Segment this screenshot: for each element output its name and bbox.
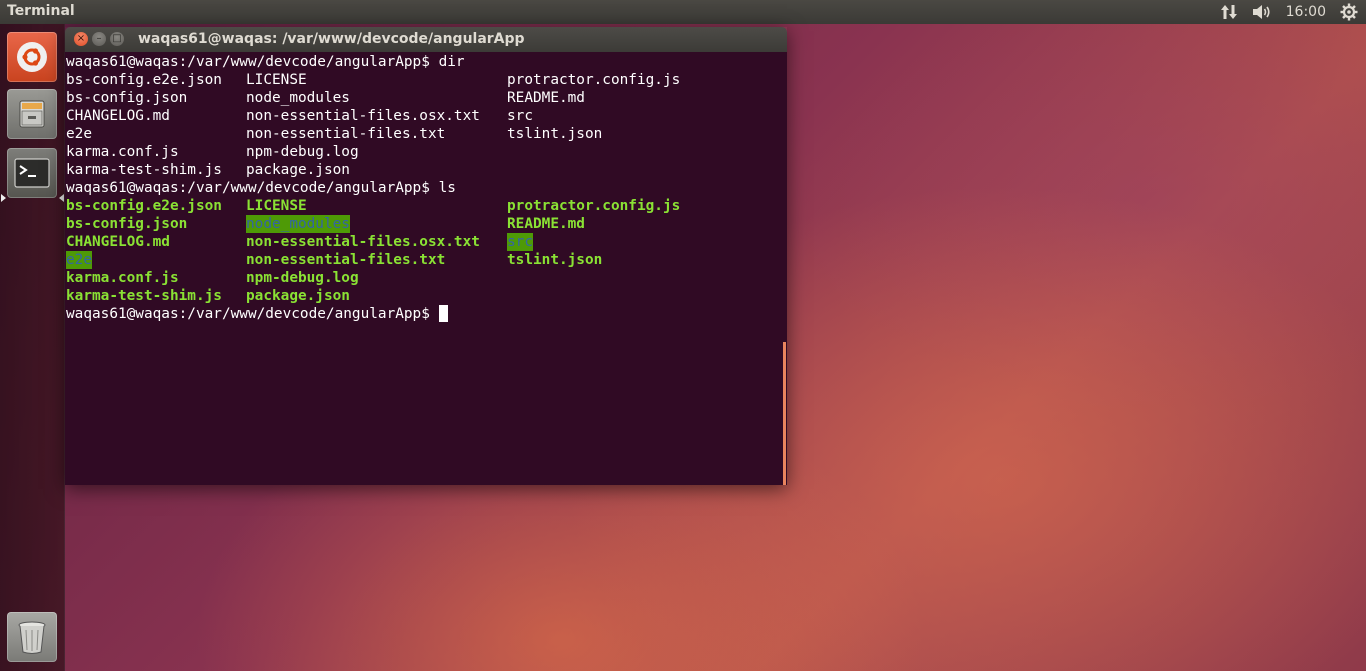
- file-entry: README.md: [507, 90, 585, 106]
- file-entry: non-essential-files.txt: [246, 126, 446, 142]
- network-updown-icon[interactable]: [1220, 4, 1238, 20]
- trash-icon: [7, 612, 57, 662]
- prompt: waqas61@waqas:/var/www/devcode/angularAp…: [66, 54, 430, 70]
- command: ls: [438, 180, 456, 196]
- close-button[interactable]: ×: [74, 32, 88, 46]
- file-entry: node_modules: [246, 90, 350, 106]
- dir-row: CHANGELOG.md non-essential-files.osx.txt…: [66, 107, 781, 125]
- file-entry: LICENSE: [246, 198, 307, 214]
- file-entry: bs-config.e2e.json: [66, 72, 222, 88]
- ls-row: karma.conf.js npm-debug.log: [66, 269, 781, 287]
- file-entry: karma-test-shim.js: [66, 288, 222, 304]
- text-cursor: [438, 305, 448, 322]
- dir-row: karma-test-shim.js package.json: [66, 161, 781, 179]
- window-titlebar[interactable]: × – □ waqas61@waqas: /var/www/devcode/an…: [65, 27, 787, 52]
- prompt: waqas61@waqas:/var/www/devcode/angularAp…: [66, 180, 430, 196]
- file-entry: README.md: [507, 216, 585, 232]
- directory-entry: src: [507, 233, 533, 251]
- ls-row: bs-config.e2e.json LICENSE protractor.co…: [66, 197, 781, 215]
- launcher-files-button[interactable]: [7, 89, 57, 139]
- launcher: [0, 24, 65, 671]
- settings-gear-icon[interactable]: [1340, 3, 1358, 21]
- file-entry: karma-test-shim.js: [66, 162, 222, 178]
- file-entry: npm-debug.log: [246, 270, 359, 286]
- scrollbar[interactable]: [783, 342, 786, 485]
- volume-icon[interactable]: [1252, 4, 1272, 20]
- directory-entry: node_modules: [246, 215, 350, 233]
- top-panel: Terminal 16:00: [0, 0, 1366, 24]
- file-entry: LICENSE: [246, 72, 307, 88]
- dir-row: e2e non-essential-files.txt tslint.json: [66, 125, 781, 143]
- file-entry: protractor.config.js: [507, 72, 681, 88]
- ls-row: karma-test-shim.js package.json: [66, 287, 781, 305]
- clock[interactable]: 16:00: [1286, 4, 1326, 20]
- file-entry: e2e: [66, 126, 92, 142]
- file-entry: npm-debug.log: [246, 144, 359, 160]
- file-cabinet-icon: [7, 89, 57, 139]
- command: dir: [438, 54, 465, 70]
- file-entry: CHANGELOG.md: [66, 108, 170, 124]
- file-entry: tslint.json: [507, 126, 603, 142]
- active-prompt-line[interactable]: waqas61@waqas:/var/www/devcode/angularAp…: [66, 305, 781, 323]
- active-app-title: Terminal: [7, 3, 75, 19]
- file-entry: package.json: [246, 288, 350, 304]
- indicator-area: 16:00: [1220, 0, 1358, 24]
- launcher-dash-button[interactable]: [7, 32, 57, 82]
- active-indicator-right: [59, 194, 64, 202]
- ubuntu-logo-icon: [7, 32, 57, 82]
- file-entry: src: [507, 108, 533, 124]
- ls-row: bs-config.json node_modules README.md: [66, 215, 781, 233]
- minimize-button[interactable]: –: [92, 32, 106, 46]
- dir-row: karma.conf.js npm-debug.log: [66, 143, 781, 161]
- directory-entry: e2e: [66, 251, 92, 269]
- file-entry: protractor.config.js: [507, 198, 681, 214]
- dir-row: bs-config.e2e.json LICENSE protractor.co…: [66, 71, 781, 89]
- launcher-trash-button[interactable]: [7, 612, 57, 662]
- ls-row: CHANGELOG.md non-essential-files.osx.txt…: [66, 233, 781, 251]
- prompt-line: waqas61@waqas:/var/www/devcode/angularAp…: [66, 53, 781, 71]
- dir-row: bs-config.json node_modules README.md: [66, 89, 781, 107]
- running-indicator-left: [1, 194, 6, 202]
- ls-row: e2e non-essential-files.txt tslint.json: [66, 251, 781, 269]
- file-entry: bs-config.json: [66, 216, 188, 232]
- prompt-line: waqas61@waqas:/var/www/devcode/angularAp…: [66, 179, 781, 197]
- file-entry: karma.conf.js: [66, 270, 179, 286]
- file-entry: non-essential-files.txt: [246, 252, 446, 268]
- file-entry: bs-config.json: [66, 90, 188, 106]
- terminal-output[interactable]: waqas61@waqas:/var/www/devcode/angularAp…: [65, 52, 787, 485]
- file-entry: CHANGELOG.md: [66, 234, 170, 250]
- file-entry: karma.conf.js: [66, 144, 179, 160]
- window-title: waqas61@waqas: /var/www/devcode/angularA…: [138, 31, 525, 47]
- file-entry: tslint.json: [507, 252, 603, 268]
- maximize-button[interactable]: □: [110, 32, 124, 46]
- file-entry: bs-config.e2e.json: [66, 198, 222, 214]
- file-entry: package.json: [246, 162, 350, 178]
- terminal-window: × – □ waqas61@waqas: /var/www/devcode/an…: [65, 27, 787, 485]
- launcher-terminal-button[interactable]: [7, 148, 57, 198]
- file-entry: non-essential-files.osx.txt: [246, 108, 480, 124]
- file-entry: non-essential-files.osx.txt: [246, 234, 480, 250]
- terminal-icon: [7, 148, 57, 198]
- prompt: waqas61@waqas:/var/www/devcode/angularAp…: [66, 306, 430, 322]
